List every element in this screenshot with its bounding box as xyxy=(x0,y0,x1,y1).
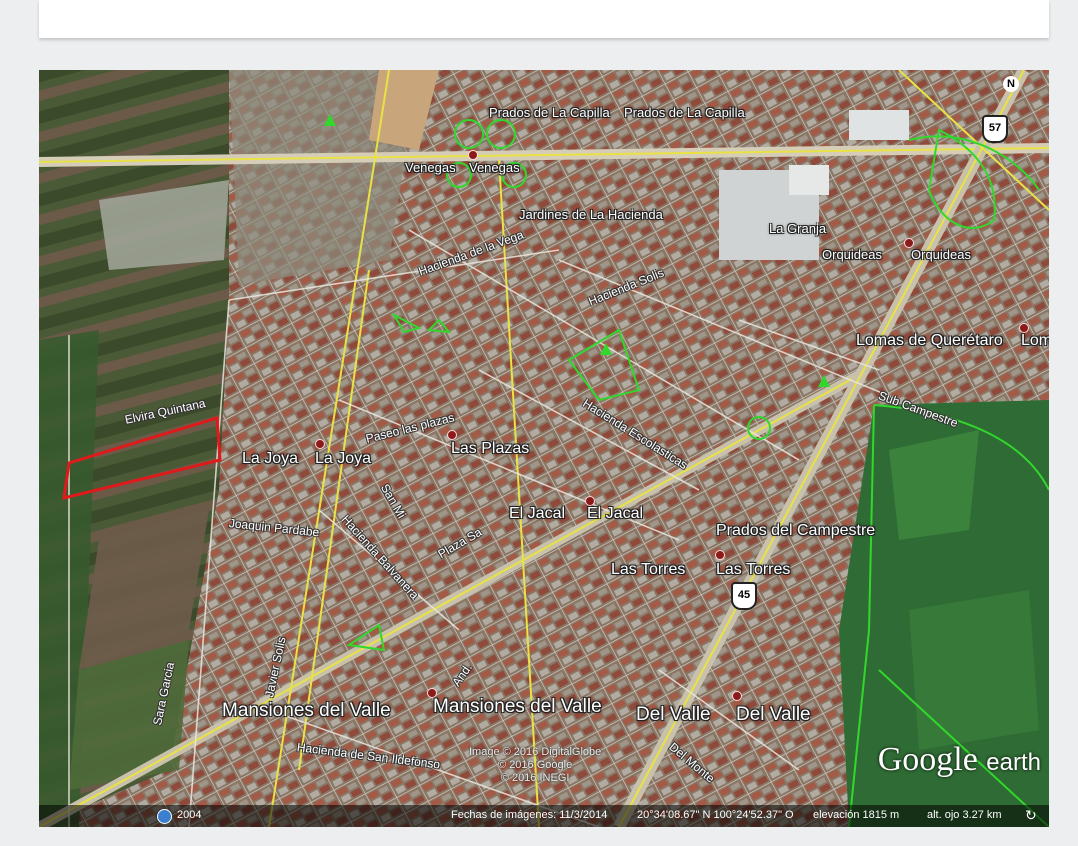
label-mansiones-1: Mansiones del Valle xyxy=(222,700,391,721)
label-las-torres-1: Las Torres xyxy=(611,561,686,578)
place-pin-icon[interactable] xyxy=(447,430,457,440)
label-lomas-1: Lomas de Querétaro xyxy=(856,332,1003,349)
label-el-jacal-1: El Jacal xyxy=(509,505,566,522)
historical-year[interactable]: 2004 xyxy=(177,809,201,821)
image-dates: Fechas de imágenes: 11/3/2014 xyxy=(451,809,608,821)
coordinates: 20°34'08.67" N 100°24'52.37" O xyxy=(637,809,794,821)
place-pin-icon[interactable] xyxy=(315,439,325,449)
globe-icon[interactable] xyxy=(157,809,172,824)
elevation: elevación 1815 m xyxy=(813,809,900,821)
north-icon[interactable]: N xyxy=(1003,76,1019,92)
place-pin-icon[interactable] xyxy=(732,691,742,701)
label-orquideas-2: Orquideas xyxy=(911,247,971,262)
label-prados-capilla-2: Prados de La Capilla xyxy=(624,105,745,120)
top-card xyxy=(39,0,1049,38)
place-pin-icon[interactable] xyxy=(715,550,725,560)
label-lomas-2: Lom xyxy=(1021,332,1049,349)
copyright-line-1: Image © 2016 DigitalGlobe xyxy=(469,746,602,758)
label-la-joya-2: La Joya xyxy=(315,450,372,467)
logo-earth: earth xyxy=(986,749,1041,776)
label-la-granja: La Granja xyxy=(769,221,827,236)
label-el-jacal-2: El Jacal xyxy=(587,505,644,522)
status-bar: 2004 Fechas de imágenes: 11/3/2014 20°34… xyxy=(39,805,1049,827)
eye-altitude: alt. ojo 3.27 km xyxy=(927,809,1002,821)
satellite-map[interactable]: Prados de La Capilla Prados de La Capill… xyxy=(39,70,1049,827)
label-venegas-2: Venegas xyxy=(469,160,520,175)
google-earth-logo: Google earth xyxy=(878,741,1041,779)
imagery-copyright: Image © 2016 DigitalGlobe © 2016 Google … xyxy=(469,746,601,785)
highway-shield-icon: 57 xyxy=(982,115,1008,143)
label-jardines: Jardines de La Hacienda xyxy=(519,207,663,222)
copyright-line-2: © 2016 Google xyxy=(498,759,573,771)
label-del-valle-1: Del Valle xyxy=(636,704,711,725)
label-la-joya-1: La Joya xyxy=(242,450,299,467)
label-orquideas-1: Orquideas xyxy=(822,247,882,262)
label-del-valle-2: Del Valle xyxy=(736,704,811,725)
copyright-line-3: © 2016 INEGI xyxy=(500,772,570,784)
label-prados-campestre: Prados del Campestre xyxy=(716,522,876,539)
label-mansiones-2: Mansiones del Valle xyxy=(433,696,602,717)
place-pin-icon[interactable] xyxy=(468,150,478,160)
label-las-plazas: Las Plazas xyxy=(451,440,530,457)
label-las-torres-2: Las Torres xyxy=(716,561,791,578)
refresh-icon[interactable]: ↻ xyxy=(1025,807,1037,824)
logo-google: Google xyxy=(877,741,978,778)
label-prados-capilla-1: Prados de La Capilla xyxy=(489,105,610,120)
label-venegas-1: Venegas xyxy=(405,160,456,175)
highway-shield-icon: 45 xyxy=(731,582,757,610)
